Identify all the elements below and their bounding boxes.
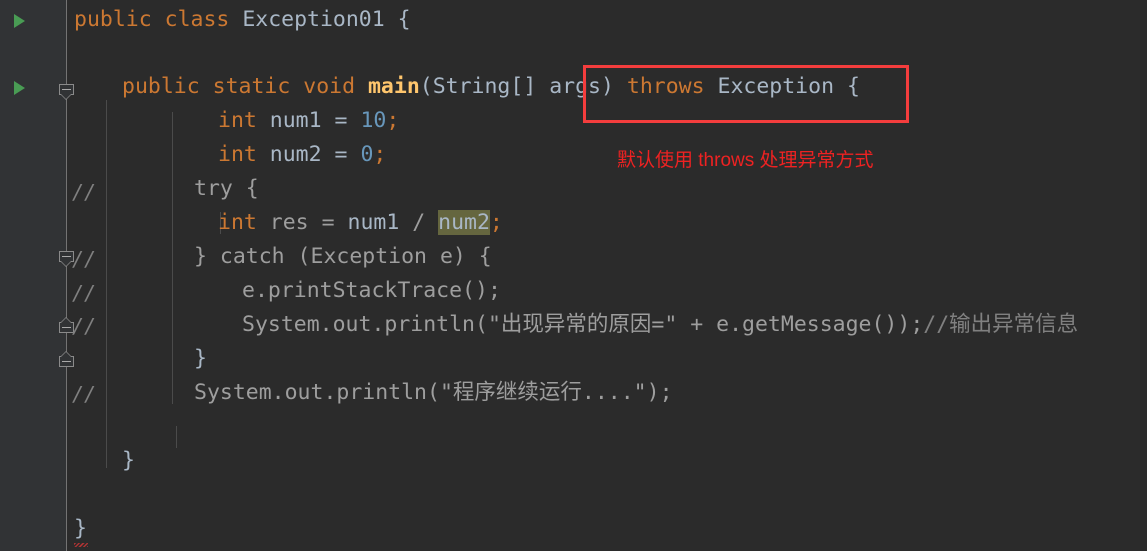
indent-guide: [176, 426, 177, 448]
println-prefix: System.out.println(: [242, 312, 488, 337]
annotation-note: 默认使用 throws 处理异常方式: [617, 150, 874, 171]
close-brace: }: [122, 448, 135, 473]
variable-num1: num1: [269, 108, 322, 133]
literal-number: 0: [360, 142, 374, 167]
throws-exception-highlight-box: [583, 65, 909, 123]
code-line[interactable]: }: [194, 342, 207, 376]
code-line[interactable]: }: [122, 444, 135, 478]
variable-res: res: [269, 210, 309, 235]
variable-num1: num1: [347, 210, 400, 235]
divide-operator: /: [412, 210, 426, 235]
catch-statement: } catch (Exception e) {: [194, 244, 492, 269]
code-line[interactable]: System.out.println("程序继续运行....");: [194, 376, 673, 410]
code-line[interactable]: }: [74, 512, 87, 546]
keyword-class: class: [164, 7, 230, 32]
string-literal: "程序继续运行....": [439, 380, 647, 405]
keyword-public: public: [122, 74, 200, 99]
open-brace: {: [397, 7, 411, 32]
println-suffix: );: [646, 380, 673, 405]
string-literal: "出现异常的原因=": [487, 312, 678, 337]
try-statement: try {: [194, 176, 259, 201]
semicolon: ;: [386, 108, 400, 133]
indent-guide: [172, 112, 173, 404]
code-line[interactable]: int num2 = 0;: [218, 138, 386, 172]
code-line[interactable]: try {: [194, 172, 259, 206]
keyword-static: static: [212, 74, 291, 99]
code-line[interactable]: } catch (Exception e) {: [194, 240, 492, 274]
code-line[interactable]: System.out.println("出现异常的原因=" + e.getMes…: [242, 308, 1078, 342]
variable-num2: num2: [269, 142, 322, 167]
assign-operator: =: [334, 108, 348, 133]
type-int: int: [218, 108, 257, 133]
code-editor[interactable]: // // // // // public class Exception01 …: [0, 0, 1147, 551]
semicolon: ;: [373, 142, 387, 167]
keyword-void: void: [303, 74, 356, 99]
keyword-public: public: [74, 7, 152, 32]
get-message-call: e.getMessage());: [716, 312, 924, 337]
class-name: Exception01: [242, 7, 385, 32]
print-stack-trace-call: e.printStackTrace();: [242, 278, 501, 303]
error-squiggle: [74, 543, 88, 547]
assign-operator: =: [334, 142, 348, 167]
highlighted-symbol-num2[interactable]: num2: [438, 210, 490, 235]
println-prefix: System.out.println(: [194, 380, 440, 405]
code-line[interactable]: e.printStackTrace();: [242, 274, 501, 308]
type-int: int: [218, 142, 257, 167]
code-line[interactable]: public class Exception01 {: [74, 3, 411, 37]
code-content[interactable]: public class Exception01 { public static…: [0, 0, 1147, 551]
code-line[interactable]: int res = num1 / num2;: [218, 206, 503, 240]
assign-operator: =: [321, 210, 335, 235]
close-brace: }: [194, 346, 207, 371]
plus-operator: +: [690, 312, 704, 337]
method-name-main: main: [367, 74, 420, 99]
literal-number: 10: [360, 108, 387, 133]
code-line[interactable]: int num1 = 10;: [218, 104, 399, 138]
close-brace: }: [74, 516, 87, 541]
trailing-comment: //输出异常信息: [923, 312, 1079, 337]
type-int: int: [218, 210, 257, 235]
semicolon: ;: [489, 210, 503, 235]
indent-guide: [106, 100, 107, 468]
